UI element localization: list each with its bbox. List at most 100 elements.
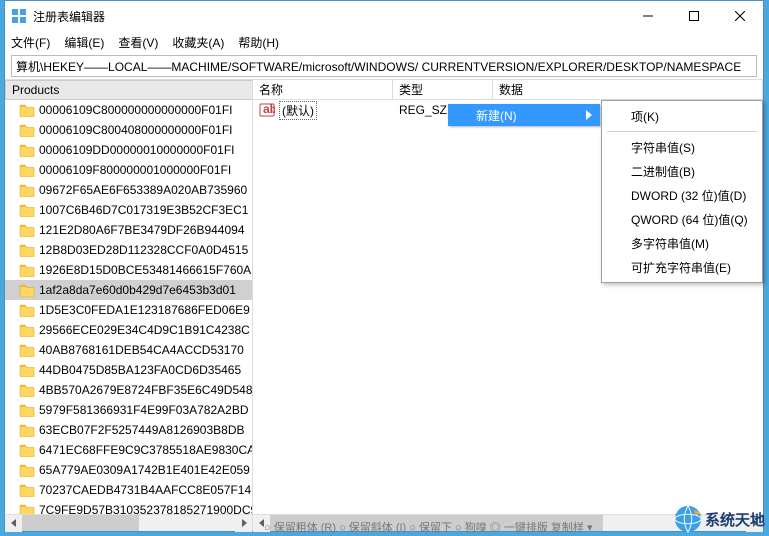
tree-item-label: 1D5E3C0FEDA1E123187686FED06E9 — [39, 303, 250, 317]
tree-item[interactable]: 6471EC68FFE9C9C3785518AE9830CA — [5, 440, 252, 460]
address-text: 算机\HEKEY——LOCAL——MACHIME/SOFTWARE/micros… — [16, 58, 741, 75]
menu-view[interactable]: 查看(V) — [118, 34, 158, 51]
value-name: (默认) — [279, 101, 317, 120]
folder-icon — [19, 463, 35, 477]
menubar: 文件(F) 编辑(E) 查看(V) 收藏夹(A) 帮助(H) — [5, 31, 763, 53]
new-submenu-item[interactable]: 新建(N) — [448, 104, 600, 126]
tree-item[interactable]: 4BB570A2679E8724FBF35E6C49D548 — [5, 380, 252, 400]
tree-item[interactable]: 65A779AE0309A1742B1E401E42E059 — [5, 460, 252, 480]
tree-item[interactable]: 1926E8D15D0BCE53481466615F760A — [5, 260, 252, 280]
tree-item[interactable]: 44DB0475D85BA123FA0CD6D35465 — [5, 360, 252, 380]
tree-item-label: 00006109C800408000000000F01FI — [39, 123, 233, 137]
watermark-text: 系统天地 — [705, 509, 765, 530]
tree-item-label: 7C9FE9D57B310352378185271900DC9 — [39, 503, 252, 514]
window-controls — [625, 1, 763, 31]
menu-file[interactable]: 文件(F) — [11, 34, 50, 51]
folder-icon — [19, 363, 35, 377]
folder-icon — [19, 323, 35, 337]
tree-item[interactable]: 1af2a8da7e60d0b429d7e6453b3d01 — [5, 280, 252, 300]
footer-strip: ○ 保留粗体 (R) ○ 保留斜体 (I) ○ 保留下 ○ 狗嗅 ◎ 一键排版 … — [4, 518, 765, 536]
app-icon — [11, 8, 27, 24]
context-menu-item[interactable]: 可扩充字符串值(E) — [605, 255, 759, 279]
menu-favorites[interactable]: 收藏夹(A) — [172, 34, 224, 51]
folder-icon — [19, 503, 35, 514]
tree-item[interactable]: 7C9FE9D57B310352378185271900DC9 — [5, 500, 252, 514]
col-name[interactable]: 名称 — [253, 80, 393, 99]
folder-icon — [19, 163, 35, 177]
tree-item[interactable]: 00006109C800000000000000F01FI — [5, 100, 252, 120]
col-data[interactable]: 数据 — [493, 80, 763, 99]
tree-item-label: 09672F65AE6F653389A020AB735960 — [39, 183, 247, 197]
context-menu-item[interactable]: 字符串值(S) — [605, 135, 759, 159]
tree-item-label: 00006109DD00000010000000F01FI — [39, 143, 235, 157]
titlebar: 注册表编辑器 — [5, 1, 763, 31]
folder-icon — [19, 283, 35, 297]
globe-icon — [673, 504, 703, 534]
tree-item-label: 40AB8768161DEB54CA4ACCD53170 — [39, 343, 244, 357]
tree-item-label: 1926E8D15D0BCE53481466615F760A — [39, 263, 251, 277]
tree-item[interactable]: 1D5E3C0FEDA1E123187686FED06E9 — [5, 300, 252, 320]
folder-icon — [19, 303, 35, 317]
tree-item-label: 1af2a8da7e60d0b429d7e6453b3d01 — [39, 283, 236, 297]
submenu-arrow-icon — [586, 110, 592, 120]
tree-item[interactable]: 29566ECE029E34C4D9C1B91C4238C — [5, 320, 252, 340]
tree-item[interactable]: 00006109DD00000010000000F01FI — [5, 140, 252, 160]
tree-item-label: 65A779AE0309A1742B1E401E42E059 — [39, 463, 250, 477]
column-headers: 名称 类型 数据 — [253, 80, 763, 100]
tree-item-label: 00006109F800000001000000F01FI — [39, 163, 231, 177]
folder-icon — [19, 243, 35, 257]
tree-item[interactable]: 121E2D80A6F7BE3479DF26B944094 — [5, 220, 252, 240]
tree-view[interactable]: 00006109C800000000000000F01FI 00006109C80… — [5, 100, 252, 514]
context-menu-item[interactable]: DWORD (32 位)值(D) — [605, 183, 759, 207]
folder-icon — [19, 203, 35, 217]
watermark: 系统天地 — [673, 504, 765, 534]
tree-item-label: 29566ECE029E34C4D9C1B91C4238C — [39, 323, 250, 337]
tree-item-label: 4BB570A2679E8724FBF35E6C49D548 — [39, 383, 252, 397]
tree-item[interactable]: 5979F581366931F4E99F03A782A2BD — [5, 400, 252, 420]
context-menu-item[interactable]: 项(K) — [605, 104, 759, 128]
folder-icon — [19, 223, 35, 237]
minimize-button[interactable] — [625, 1, 671, 31]
svg-text:ab: ab — [263, 102, 275, 116]
context-menu-item[interactable]: 多字符串值(M) — [605, 231, 759, 255]
folder-icon — [19, 343, 35, 357]
tree-item[interactable]: 40AB8768161DEB54CA4ACCD53170 — [5, 340, 252, 360]
folder-icon — [19, 143, 35, 157]
tree-item[interactable]: 00006109F800000001000000F01FI — [5, 160, 252, 180]
folder-icon — [19, 403, 35, 417]
context-menu-item[interactable]: QWORD (64 位)值(Q) — [605, 207, 759, 231]
string-value-icon: ab — [259, 102, 275, 118]
tree-item-label: 121E2D80A6F7BE3479DF26B944094 — [39, 223, 245, 237]
tree-item-label: 1007C6B46D7C017319E3B52CF3EC1 — [39, 203, 248, 217]
col-type[interactable]: 类型 — [393, 80, 493, 99]
menu-edit[interactable]: 编辑(E) — [64, 34, 104, 51]
maximize-button[interactable] — [671, 1, 717, 31]
address-bar[interactable]: 算机\HEKEY——LOCAL——MACHIME/SOFTWARE/micros… — [11, 55, 757, 77]
menu-help[interactable]: 帮助(H) — [238, 34, 279, 51]
folder-icon — [19, 383, 35, 397]
close-button[interactable] — [717, 1, 763, 31]
tree-item[interactable]: 00006109C800408000000000F01FI — [5, 120, 252, 140]
window-title: 注册表编辑器 — [33, 8, 625, 25]
tree-item[interactable]: 63ECB07F2F5257449A8126903B8DB — [5, 420, 252, 440]
folder-icon — [19, 483, 35, 497]
folder-icon — [19, 183, 35, 197]
submenu-label: 新建(N) — [476, 107, 517, 124]
folder-icon — [19, 423, 35, 437]
tree-item[interactable]: 70237CAEDB4731B4AAFCC8E057F14 — [5, 480, 252, 500]
tree-panel: Products 00006109C800000000000000F01FI00… — [5, 80, 253, 531]
tree-item-label: 70237CAEDB4731B4AAFCC8E057F14 — [39, 483, 251, 497]
folder-icon — [19, 443, 35, 457]
tree-item-label: 63ECB07F2F5257449A8126903B8DB — [39, 423, 245, 437]
tree-item-label: 00006109C800000000000000F01FI — [39, 103, 233, 117]
folder-icon — [19, 103, 35, 117]
tree-item[interactable]: 12B8D03ED28D112328CCF0A0D4515 — [5, 240, 252, 260]
tree-header[interactable]: Products — [5, 80, 252, 100]
folder-icon — [19, 263, 35, 277]
tree-item[interactable]: 09672F65AE6F653389A020AB735960 — [5, 180, 252, 200]
tree-item-label: 44DB0475D85BA123FA0CD6D35465 — [39, 363, 241, 377]
menu-separator — [607, 131, 757, 132]
context-menu: 项(K) 字符串值(S)二进制值(B)DWORD (32 位)值(D)QWORD … — [601, 100, 763, 283]
tree-item[interactable]: 1007C6B46D7C017319E3B52CF3EC1 — [5, 200, 252, 220]
context-menu-item[interactable]: 二进制值(B) — [605, 159, 759, 183]
